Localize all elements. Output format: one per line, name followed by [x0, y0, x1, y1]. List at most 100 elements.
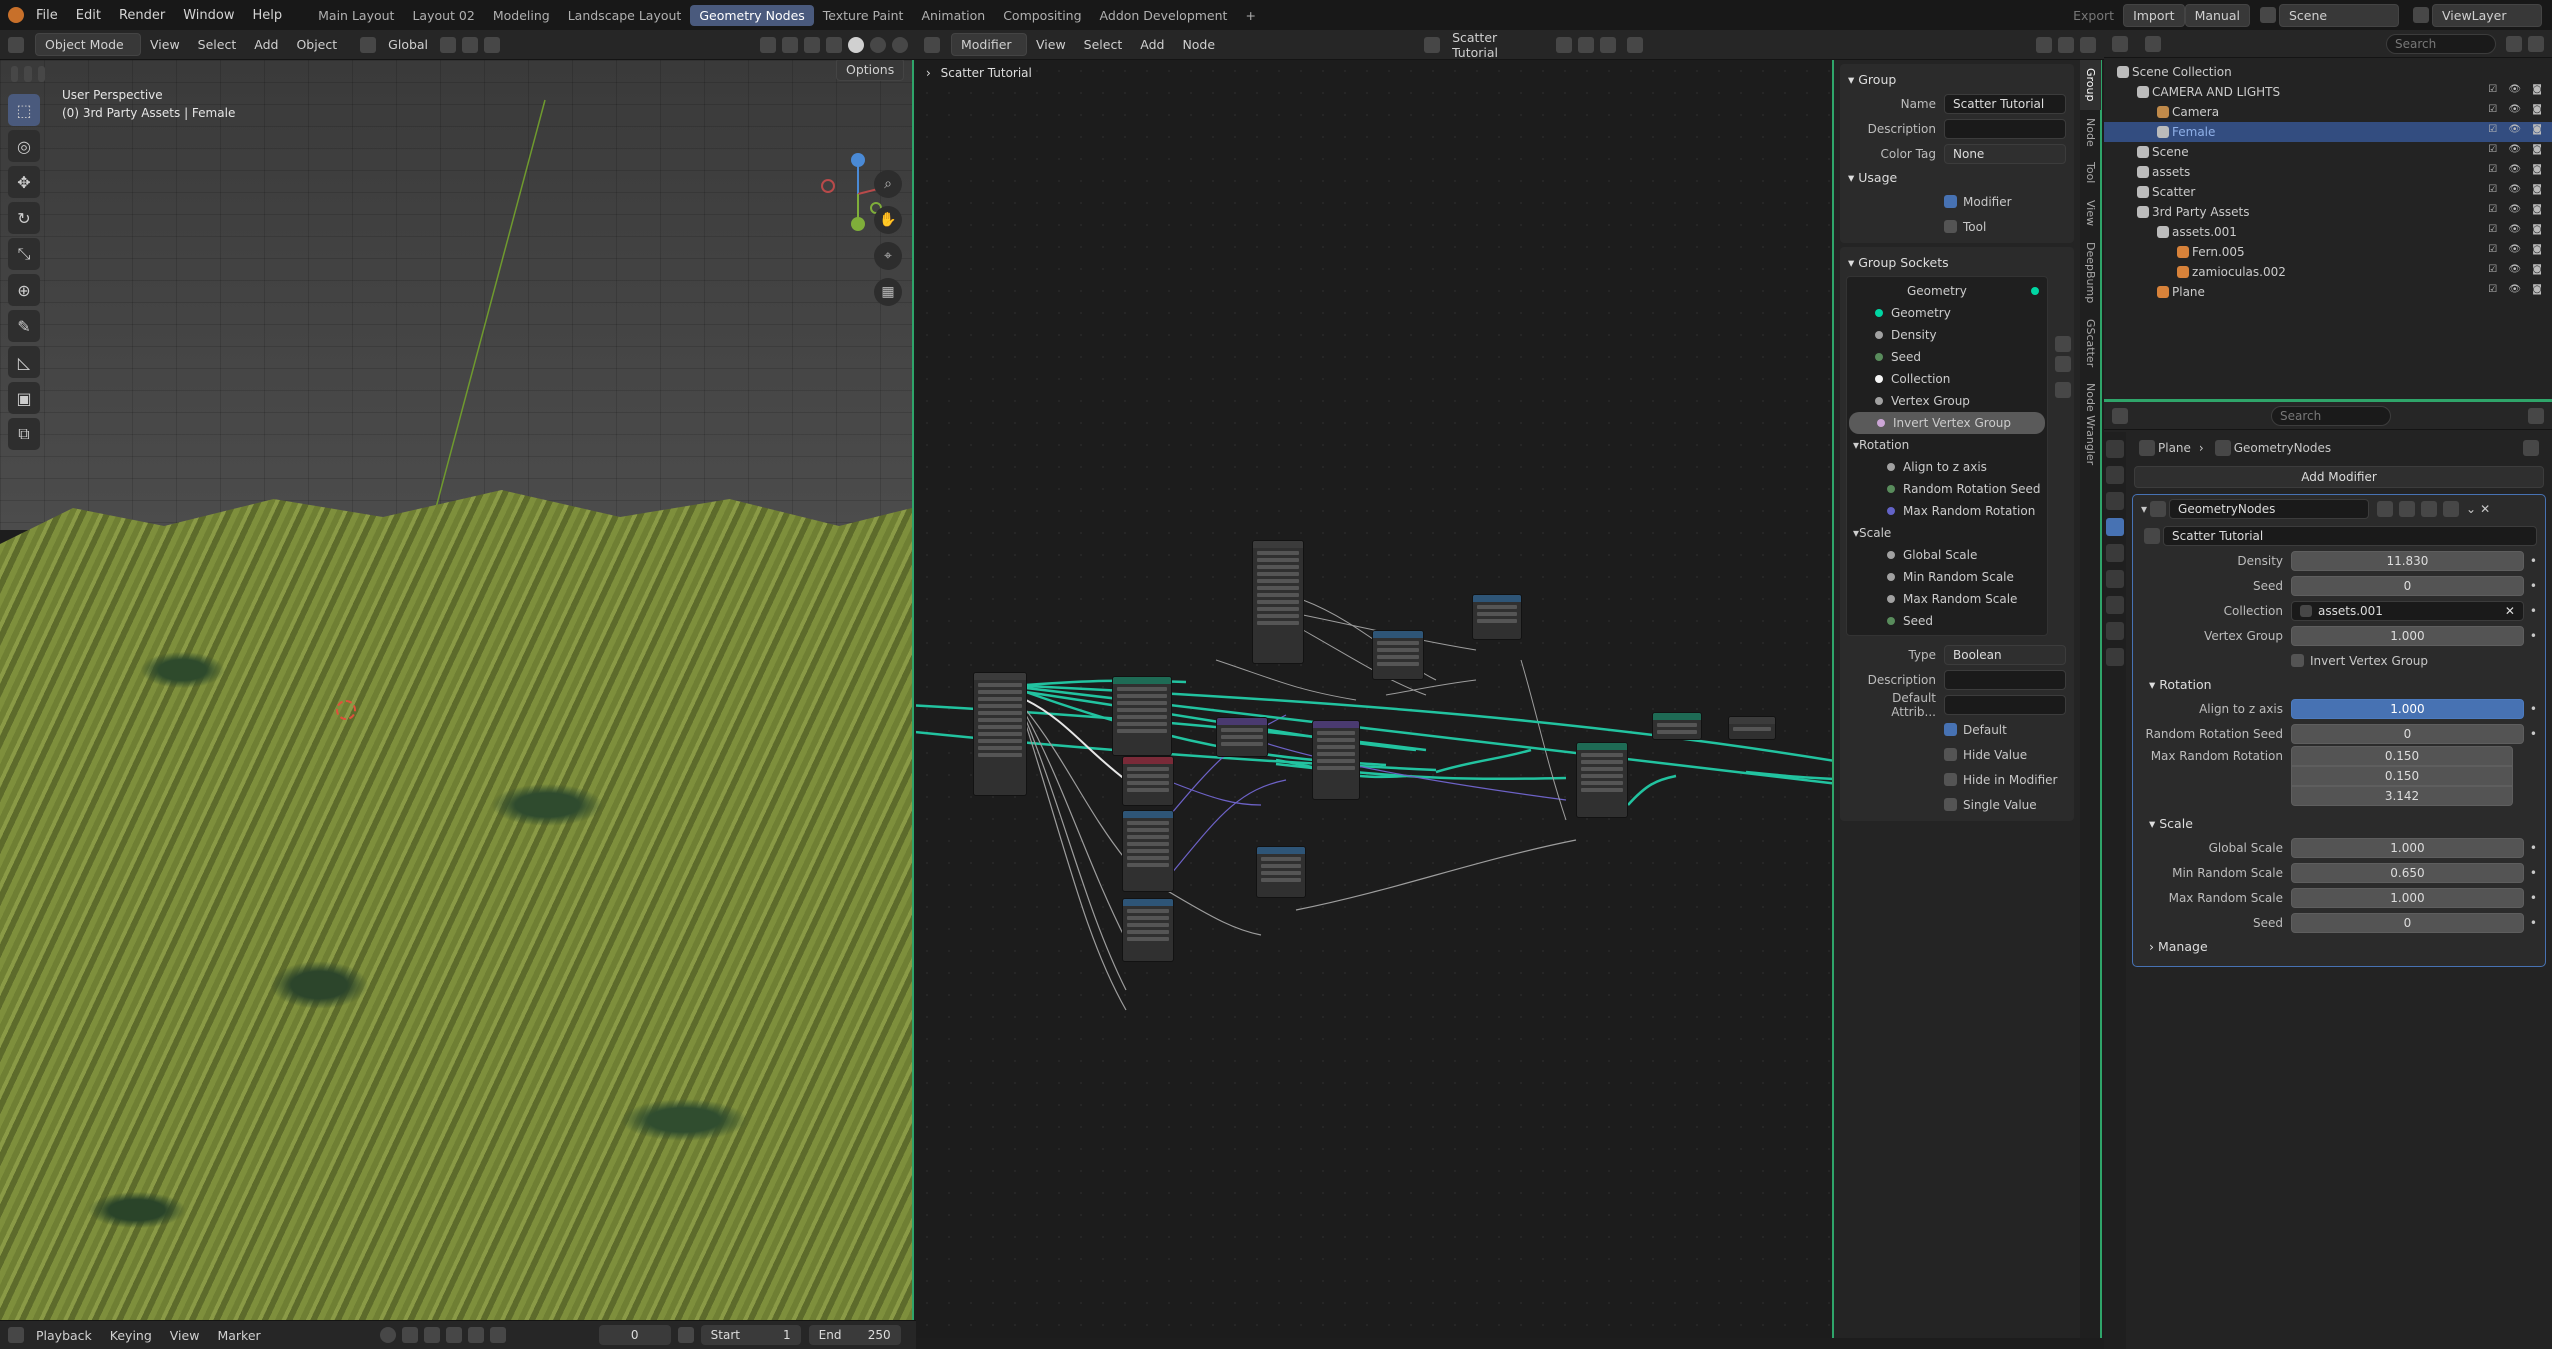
max-rotation-z-field[interactable]: 3.142 — [2291, 786, 2513, 806]
density-anim-icon[interactable]: • — [2530, 554, 2537, 568]
visibility-toggles-icon[interactable]: ☑ 👁 ◙ — [2488, 224, 2546, 235]
pivot-icon[interactable] — [440, 36, 457, 53]
remove-socket-icon[interactable] — [2055, 356, 2071, 372]
add-workspace-button[interactable]: + — [1236, 5, 1264, 26]
visibility-toggles-icon[interactable]: ☑ 👁 ◙ — [2488, 284, 2546, 295]
menu-render[interactable]: Render — [110, 8, 174, 23]
add-object-tool-icon[interactable]: ⧉ — [8, 418, 40, 450]
node-group-field[interactable]: Scatter Tutorial — [2163, 525, 2537, 546]
timeline-view-menu[interactable]: View — [161, 1325, 209, 1346]
visibility-toggles-icon[interactable]: ☑ 👁 ◙ — [2488, 144, 2546, 155]
outliner-row[interactable]: Scene Collection — [2104, 62, 2552, 82]
export-button[interactable]: Export — [2064, 5, 2123, 26]
vertex-group-field[interactable]: 1.000 — [2291, 625, 2524, 646]
visibility-toggles-icon[interactable]: ☑ 👁 ◙ — [2488, 184, 2546, 195]
usage-tool-checkbox[interactable] — [1944, 220, 1957, 233]
import-button[interactable]: Import — [2123, 3, 2185, 27]
orientation-dropdown[interactable]: Global — [379, 34, 437, 55]
socket-item[interactable]: Seed — [1847, 346, 2047, 368]
visibility-icon[interactable] — [760, 36, 776, 53]
physics-tab-icon[interactable] — [2106, 570, 2124, 588]
density-field[interactable]: 11.830 — [2291, 550, 2524, 571]
zoom-icon[interactable]: ⌕ — [874, 170, 902, 198]
outliner-row[interactable]: assets ☑ 👁 ◙ — [2104, 162, 2552, 182]
end-frame-field[interactable]: End 250 — [808, 1325, 901, 1345]
socket-menu-icon[interactable] — [2055, 382, 2071, 398]
vtab-tool[interactable]: Tool — [2080, 154, 2101, 191]
node-group-output[interactable] — [1728, 716, 1776, 740]
socket-item[interactable]: Vertex Group — [1847, 390, 2047, 412]
node-menu-select[interactable]: Select — [1075, 34, 1132, 55]
socket-item[interactable]: Random Rotation Seed — [1847, 478, 2047, 500]
measure-tool-icon[interactable]: ◺ — [8, 346, 40, 378]
visibility-toggles-icon[interactable]: ☑ 👁 ◙ — [2488, 204, 2546, 215]
tool-tab-icon[interactable] — [2106, 440, 2124, 458]
outliner-row[interactable]: assets.001 ☑ 👁 ◙ — [2104, 222, 2552, 242]
socket-description-field[interactable] — [1944, 669, 2066, 690]
socket-item[interactable]: Global Scale — [1847, 544, 2047, 566]
overlay-toggle-icon[interactable] — [804, 36, 820, 53]
usage-panel-header[interactable]: ▾ Usage — [1840, 166, 2074, 189]
node-mode-dropdown[interactable]: Modifier — [951, 33, 1027, 56]
outliner-editor-icon[interactable] — [2112, 35, 2128, 52]
outliner-row[interactable]: Scene ☑ 👁 ◙ — [2104, 142, 2552, 162]
socket-item[interactable]: Align to z axis — [1847, 456, 2047, 478]
perspective-toggle-icon[interactable]: ▦ — [874, 278, 902, 306]
node-random-value-2[interactable] — [1122, 898, 1174, 962]
pan-hand-icon[interactable]: ✋ — [874, 206, 902, 234]
unlink-tree-icon[interactable] — [1600, 36, 1617, 53]
proportional-edit-icon[interactable] — [484, 36, 501, 53]
node-compare[interactable] — [1372, 630, 1424, 680]
material-tab-icon[interactable] — [2106, 648, 2124, 666]
socket-item[interactable]: Invert Vertex Group — [1849, 412, 2045, 434]
node-collection-info[interactable] — [1122, 756, 1174, 806]
3d-viewport[interactable]: User Perspective (0) 3rd Party Assets | … — [0, 60, 914, 1320]
properties-options-icon[interactable] — [2528, 407, 2544, 424]
tab-animation[interactable]: Animation — [912, 5, 994, 26]
select-box-mode-icon[interactable] — [11, 66, 19, 82]
vertex-group-anim-icon[interactable]: • — [2530, 629, 2537, 643]
add-modifier-button[interactable]: Add Modifier — [2134, 466, 2544, 488]
camera-view-icon[interactable]: ⌖ — [874, 242, 902, 270]
output-tab-icon[interactable] — [2106, 492, 2124, 510]
single-value-checkbox[interactable] — [1944, 798, 1957, 811]
node-group-input-small[interactable] — [1252, 540, 1304, 664]
prev-keyframe-icon[interactable] — [423, 1327, 440, 1343]
timeline-editor-icon[interactable] — [8, 1327, 24, 1343]
max-rotation-x-field[interactable]: 0.150 — [2291, 746, 2513, 766]
node-switch[interactable] — [1472, 594, 1522, 640]
properties-pin-icon[interactable] — [2523, 440, 2539, 456]
socket-item[interactable]: Max Random Rotation — [1847, 500, 2047, 522]
outliner-row[interactable]: Fern.005 ☑ 👁 ◙ — [2104, 242, 2552, 262]
viewport-menu-add[interactable]: Add — [245, 34, 287, 55]
socket-item[interactable]: Seed — [1847, 610, 2047, 632]
tab-addon-development[interactable]: Addon Development — [1091, 5, 1237, 26]
rotation-panel-toggle[interactable]: ▾ Rotation — [2141, 673, 2545, 696]
node-group-input-main[interactable] — [973, 672, 1027, 796]
edit-mode-toggle-icon[interactable] — [2377, 501, 2394, 517]
group-name-field[interactable]: Scatter Tutorial — [1944, 93, 2066, 114]
duplicate-tree-icon[interactable] — [1578, 36, 1595, 53]
select-tool-icon[interactable]: ⬚ — [8, 94, 40, 126]
viewport-menu-view[interactable]: View — [141, 34, 189, 55]
vtab-gscatter[interactable]: GScatter — [2080, 311, 2101, 375]
scene-selector[interactable]: Scene — [2279, 3, 2399, 27]
node-editor-canvas[interactable]: › Scatter Tutorial — [916, 60, 1834, 1338]
group-description-field[interactable] — [1944, 118, 2066, 139]
max-scale-anim-icon[interactable]: • — [2530, 891, 2537, 905]
properties-editor-icon[interactable] — [2112, 407, 2128, 424]
group-sockets-header-toggle[interactable]: ▾ Group Sockets — [1840, 251, 2074, 274]
cursor-tool-icon[interactable]: ◎ — [8, 130, 40, 162]
render-tab-icon[interactable] — [2106, 466, 2124, 484]
viewport-menu-select[interactable]: Select — [189, 34, 246, 55]
collection-field[interactable]: assets.001 ✕ — [2291, 600, 2524, 621]
socket-item[interactable]: Min Random Scale — [1847, 566, 2047, 588]
visibility-toggles-icon[interactable]: ☑ 👁 ◙ — [2488, 104, 2546, 115]
min-random-scale-field[interactable]: 0.650 — [2291, 862, 2524, 883]
view-layer-selector[interactable]: ViewLayer — [2432, 3, 2542, 27]
rot-seed-anim-icon[interactable]: • — [2530, 727, 2537, 741]
node-random-value-1[interactable] — [1122, 810, 1174, 892]
delete-modifier-icon[interactable]: ✕ — [2480, 502, 2490, 516]
node-overlay-icon[interactable] — [2036, 36, 2052, 53]
socket-item[interactable]: Max Random Scale — [1847, 588, 2047, 610]
